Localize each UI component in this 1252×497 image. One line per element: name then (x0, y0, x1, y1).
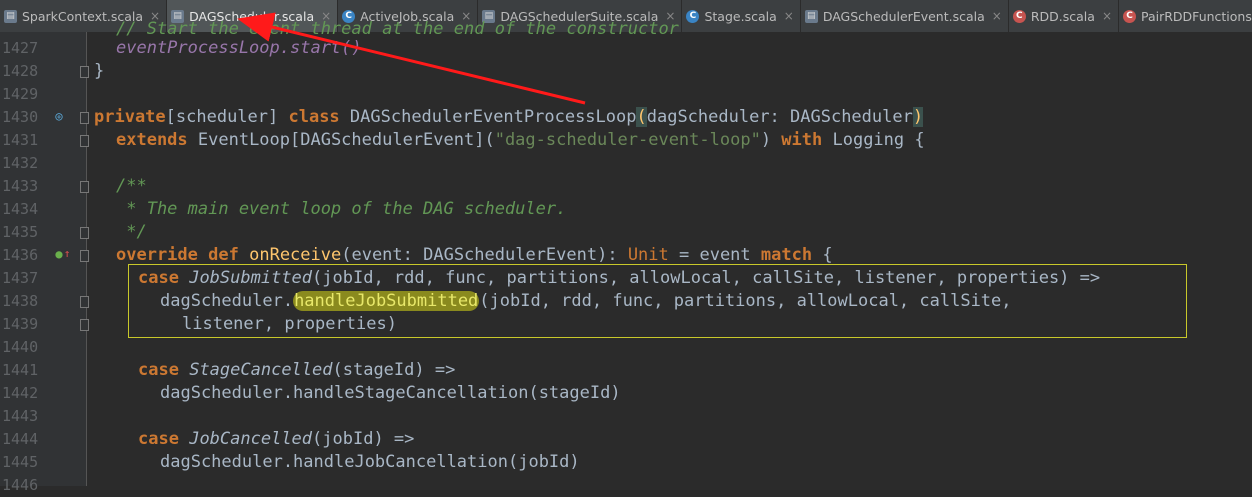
red-arrow-annotation (237, 12, 586, 105)
arrow-line (237, 12, 586, 105)
